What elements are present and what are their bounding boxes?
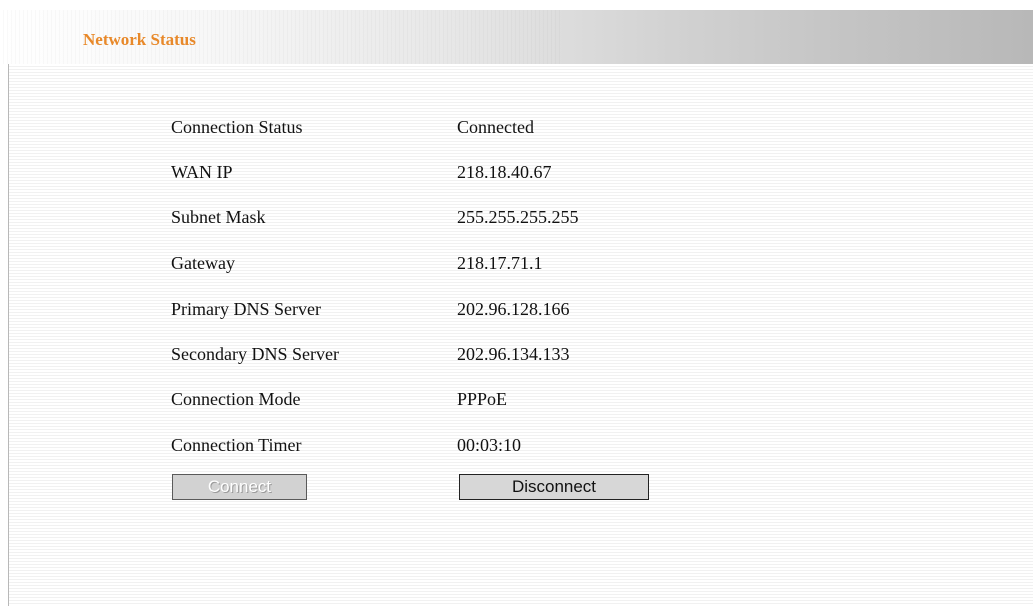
status-value: 255.255.255.255 xyxy=(457,207,579,227)
status-panel xyxy=(8,64,1033,606)
status-label: Secondary DNS Server xyxy=(171,344,339,364)
status-label: Connection Mode xyxy=(171,389,301,409)
status-value: 202.96.134.133 xyxy=(457,344,570,364)
connect-button[interactable]: Connect xyxy=(172,474,307,500)
status-label: Gateway xyxy=(171,253,235,273)
status-value: 202.96.128.166 xyxy=(457,299,570,319)
disconnect-button[interactable]: Disconnect xyxy=(459,474,649,500)
status-value: 00:03:10 xyxy=(457,435,522,455)
status-label: WAN IP xyxy=(171,162,233,182)
status-label: Primary DNS Server xyxy=(171,299,321,319)
status-value: Connected xyxy=(457,117,534,137)
status-value: PPPoE xyxy=(457,389,508,409)
status-value: 218.17.71.1 xyxy=(457,253,543,273)
status-label: Connection Status xyxy=(171,117,303,137)
status-label: Subnet Mask xyxy=(171,207,266,227)
page-title: Network Status xyxy=(83,30,196,49)
status-value: 218.18.40.67 xyxy=(457,162,552,182)
status-label: Connection Timer xyxy=(171,435,302,455)
